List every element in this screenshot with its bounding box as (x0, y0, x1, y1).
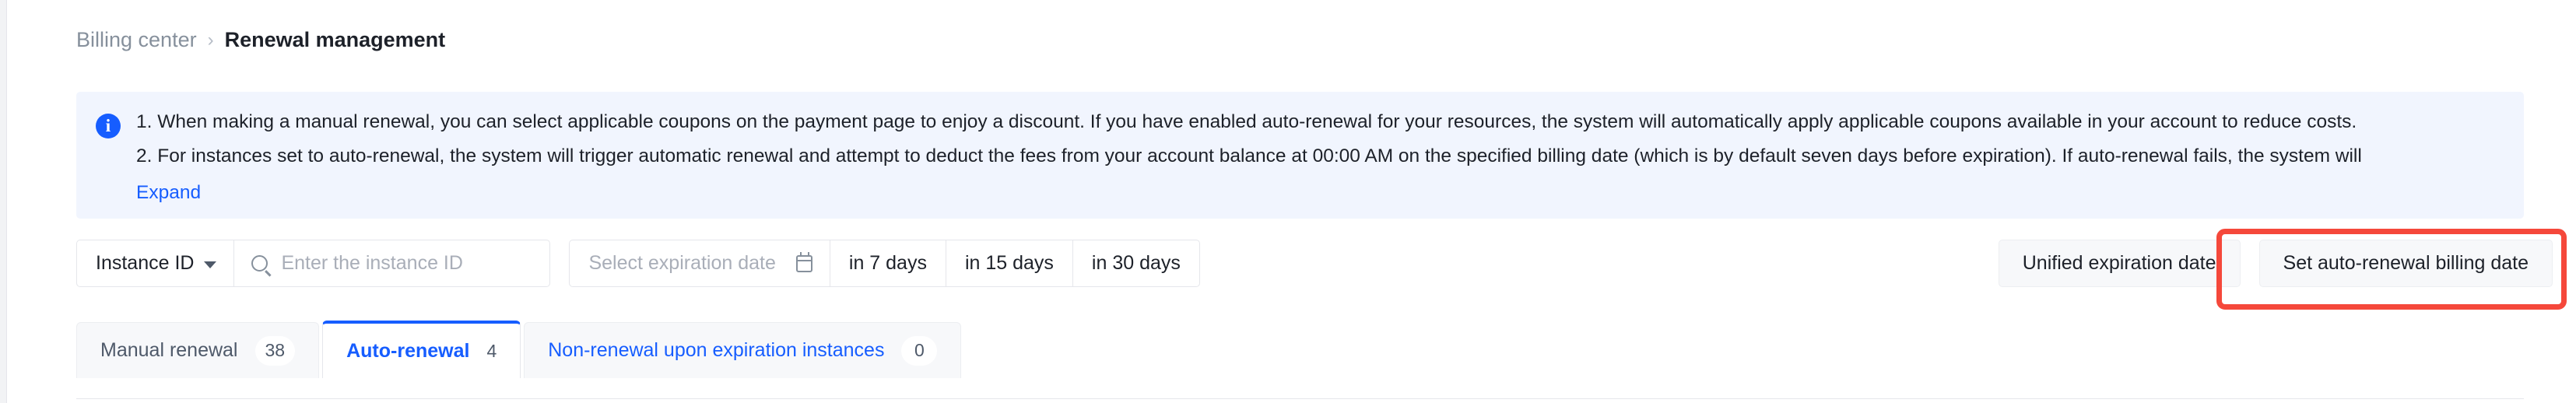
info-banner-text: 1. When making a manual renewal, you can… (136, 111, 2362, 219)
breadcrumb: Billing center › Renewal management (76, 30, 445, 51)
expiration-date-picker[interactable]: Select expiration date (570, 240, 830, 286)
expiration-date-group: Select expiration date in 7 days in 15 d… (569, 240, 1200, 287)
renewal-management-page: Billing center › Renewal management i 1.… (8, 0, 2576, 403)
tab-label: Non-renewal upon expiration instances (548, 339, 885, 361)
info-banner-line-1: 1. When making a manual renewal, you can… (136, 111, 2357, 132)
instance-search-group: Instance ID (76, 240, 551, 287)
unified-expiration-date-button[interactable]: Unified expiration date (1998, 240, 2241, 287)
tab-badge: 4 (486, 340, 497, 361)
action-bar: Unified expiration date Set auto-renewal… (1998, 240, 2553, 287)
tab-badge: 0 (901, 335, 938, 366)
info-circle-icon: i (96, 114, 121, 138)
instance-id-dropdown-label: Instance ID (96, 252, 195, 274)
quick-range-30-days[interactable]: in 30 days (1073, 240, 1199, 286)
search-input[interactable] (281, 252, 532, 275)
tab-list: Manual renewal 38 Auto-renewal 4 Non-ren… (76, 321, 2524, 378)
tab-auto-renewal[interactable]: Auto-renewal 4 (322, 321, 521, 378)
tab-label: Auto-renewal (346, 339, 470, 362)
tabs-region: Manual renewal 38 Auto-renewal 4 Non-ren… (76, 321, 2524, 378)
calendar-icon (795, 251, 812, 272)
info-banner: i 1. When making a manual renewal, you c… (76, 92, 2524, 219)
chevron-down-icon (204, 261, 217, 268)
expand-link[interactable]: Expand (136, 183, 201, 203)
instance-id-dropdown[interactable]: Instance ID (77, 240, 235, 286)
filter-bar: Instance ID Select expiration date in 7 … (76, 240, 1200, 287)
search-field-wrap (234, 240, 549, 286)
tab-badge: 38 (254, 335, 296, 366)
search-icon (251, 255, 268, 272)
breadcrumb-separator-icon: › (207, 29, 214, 51)
page-title: Renewal management (224, 28, 446, 51)
breadcrumb-link-billing-center[interactable]: Billing center (76, 30, 197, 51)
info-banner-line-2: 2. For instances set to auto-renewal, th… (136, 145, 2362, 166)
content-area-top-divider (76, 398, 2524, 403)
quick-range-15-days[interactable]: in 15 days (946, 240, 1073, 286)
quick-range-7-days[interactable]: in 7 days (830, 240, 946, 286)
expiration-date-placeholder: Select expiration date (588, 252, 776, 274)
tab-manual-renewal[interactable]: Manual renewal 38 (76, 322, 320, 378)
tab-non-renewal-upon-expiration-instances[interactable]: Non-renewal upon expiration instances 0 (524, 322, 962, 378)
tab-label: Manual renewal (100, 339, 238, 361)
left-edge-gutter (0, 0, 7, 403)
set-auto-renewal-billing-date-button[interactable]: Set auto-renewal billing date (2258, 240, 2553, 287)
